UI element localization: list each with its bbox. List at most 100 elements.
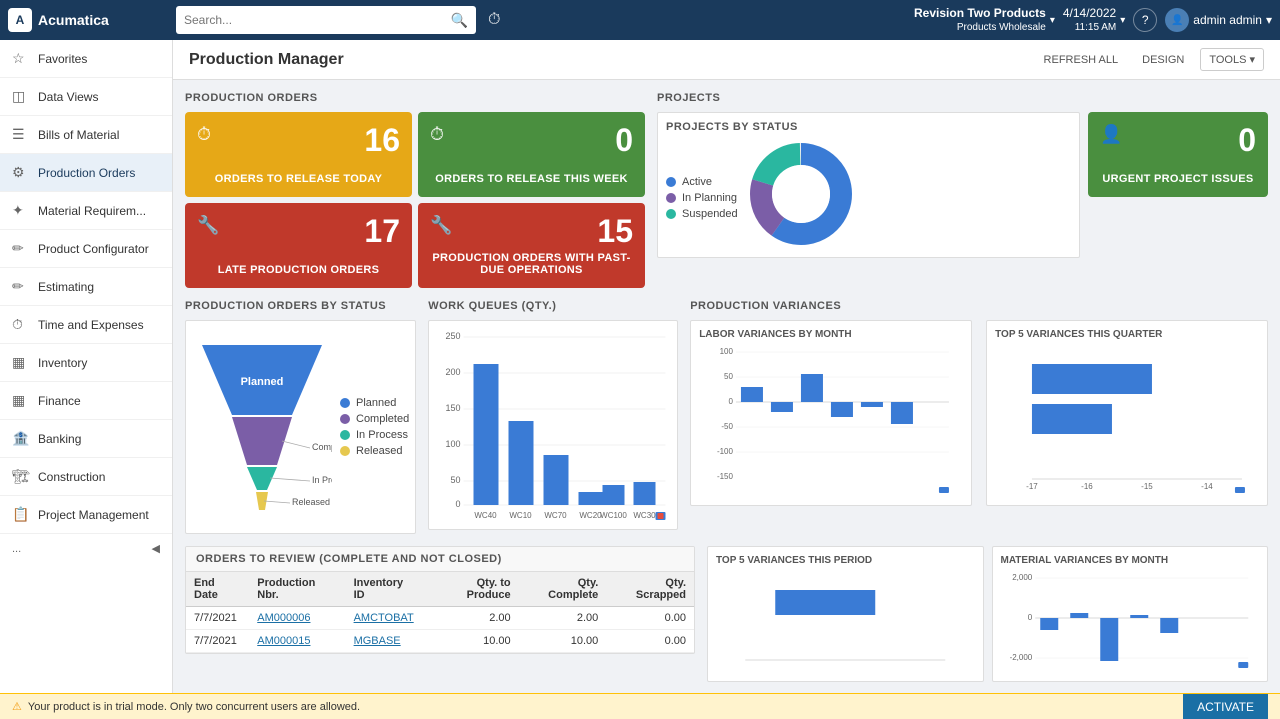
user-avatar: 👤: [1165, 8, 1189, 32]
sidebar-item-label-production: Production Orders: [38, 166, 135, 180]
user-menu[interactable]: 👤 admin admin ▾: [1165, 8, 1272, 32]
orders-review-table-section: ORDERS TO REVIEW (COMPLETE AND NOT CLOSE…: [185, 546, 695, 654]
user-dropdown-icon: ▾: [1266, 13, 1272, 27]
sidebar-item-time-expenses[interactable]: ⏱ Time and Expenses: [0, 306, 172, 344]
kpi-urgent-issues[interactable]: 👤 0 URGENT PROJECT ISSUES: [1088, 112, 1268, 197]
sidebar-item-inventory[interactable]: ▦ Inventory: [0, 344, 172, 382]
prod-nbr-link-2[interactable]: AM000015: [257, 635, 310, 647]
col-qty-scrapped: Qty. Scrapped: [606, 572, 694, 607]
warning-icon: ⚠: [12, 700, 22, 713]
logo-area: A Acumatica: [8, 8, 168, 32]
sidebar-more[interactable]: ... ◀: [0, 534, 172, 563]
kpi-label-today: ORDERS TO RELEASE TODAY: [197, 173, 400, 185]
svg-text:200: 200: [446, 367, 461, 377]
svg-text:50: 50: [724, 372, 733, 381]
sidebar-item-label-time: Time and Expenses: [38, 318, 144, 332]
datetime-dropdown-button[interactable]: ▾: [1120, 15, 1125, 26]
sidebar-item-estimating[interactable]: ✏ Estimating: [0, 268, 172, 306]
sidebar-item-favorites[interactable]: ☆ Favorites: [0, 40, 172, 78]
sidebar-item-finance[interactable]: ▦ Finance: [0, 382, 172, 420]
legend-label-suspended: Suspended: [682, 208, 738, 220]
sidebar-item-material-requirements[interactable]: ✦ Material Requirem...: [0, 192, 172, 230]
kpi-release-today[interactable]: ⏱ 16 ORDERS TO RELEASE TODAY: [185, 112, 412, 197]
sidebar-item-construction[interactable]: 🏗 Construction: [0, 458, 172, 496]
sidebar-item-product-configurator[interactable]: ✏ Product Configurator: [0, 230, 172, 268]
production-orders-title: PRODUCTION ORDERS: [185, 92, 645, 104]
col-inventory-id: Inventory ID: [346, 572, 425, 607]
svg-text:150: 150: [446, 403, 461, 413]
orders-review-section: ORDERS TO REVIEW (COMPLETE AND NOT CLOSE…: [185, 546, 695, 682]
donut-chart: [746, 139, 856, 249]
svg-text:0: 0: [456, 499, 461, 509]
kpi-release-week[interactable]: ⏱ 0 ORDERS TO RELEASE THIS WEEK: [418, 112, 645, 197]
activate-button[interactable]: ACTIVATE: [1183, 694, 1268, 719]
subsidiary-name: Products Wholesale: [914, 21, 1046, 34]
refresh-all-button[interactable]: REFRESH ALL: [1036, 50, 1127, 70]
svg-text:Planned: Planned: [241, 376, 284, 388]
svg-text:-50: -50: [722, 422, 734, 431]
sidebar-item-label-data-views: Data Views: [38, 90, 98, 104]
kpi-label-week: ORDERS TO RELEASE THIS WEEK: [430, 173, 633, 185]
funnel-svg: Planned Completed In Process: [192, 335, 332, 520]
banking-icon: 🏦: [12, 430, 30, 447]
search-icon[interactable]: 🔍: [451, 12, 468, 29]
cell-prod-nbr-2: AM000015: [249, 630, 345, 653]
svg-text:2,000: 2,000: [1012, 573, 1033, 582]
design-button[interactable]: DESIGN: [1134, 50, 1192, 70]
svg-text:WC10: WC10: [510, 511, 533, 520]
content-area: Production Manager REFRESH ALL DESIGN TO…: [173, 40, 1280, 693]
kpi-icon-late: 🔧: [197, 215, 219, 236]
sidebar-item-bills-of-material[interactable]: ☰ Bills of Material: [0, 116, 172, 154]
top5-quarter-title: TOP 5 VARIANCES THIS QUARTER: [995, 329, 1259, 340]
sidebar-item-banking[interactable]: 🏦 Banking: [0, 420, 172, 458]
configurator-icon: ✏: [12, 240, 30, 257]
work-queues-section: WORK QUEUES (QTY.) 250 200 150 100 50 0: [428, 300, 678, 534]
time-icon: ⏱: [12, 316, 30, 333]
col-qty-complete: Qty. Complete: [519, 572, 607, 607]
kpi-past-due[interactable]: 🔧 15 PRODUCTION ORDERS WITH PAST-DUE OPE…: [418, 203, 645, 288]
sidebar-item-production-orders[interactable]: ⚙ Production Orders: [0, 154, 172, 192]
bills-icon: ☰: [12, 126, 30, 143]
history-button[interactable]: ⏱: [484, 7, 504, 33]
svg-text:WC30: WC30: [634, 511, 657, 520]
svg-text:-16: -16: [1081, 482, 1093, 491]
inventory-link-2[interactable]: MGBASE: [354, 635, 401, 647]
legend-planned: Planned: [340, 397, 409, 409]
svg-text:100: 100: [446, 439, 461, 449]
tools-button[interactable]: TOOLS ▾: [1200, 48, 1264, 71]
work-queues-chart: 250 200 150 100 50 0: [428, 320, 678, 530]
project-icon: 📋: [12, 506, 30, 523]
cell-prod-nbr-1: AM000006: [249, 607, 345, 630]
kpi-late-orders[interactable]: 🔧 17 LATE PRODUCTION ORDERS: [185, 203, 412, 288]
svg-text:-14: -14: [1201, 482, 1213, 491]
projects-status-title: PROJECTS BY STATUS: [666, 121, 1071, 133]
top5-period-svg: [716, 570, 975, 670]
sidebar-item-project-management[interactable]: 📋 Project Management: [0, 496, 172, 534]
prod-nbr-link-1[interactable]: AM000006: [257, 612, 310, 624]
legend-dot-planned: [340, 398, 350, 408]
status-bar-message: Your product is in trial mode. Only two …: [28, 701, 360, 713]
company-name: Revision Two Products: [914, 6, 1046, 22]
help-button[interactable]: ?: [1133, 8, 1157, 32]
company-dropdown-button[interactable]: ▾: [1050, 15, 1055, 26]
inventory-link-1[interactable]: AMCTOBAT: [354, 612, 414, 624]
sidebar-item-data-views[interactable]: ◫ Data Views: [0, 78, 172, 116]
orders-review-table: End Date Production Nbr. Inventory ID Qt…: [186, 572, 694, 653]
status-bar: ⚠ Your product is in trial mode. Only tw…: [0, 693, 1280, 719]
search-input[interactable]: [184, 13, 451, 27]
projects-by-status-block: PROJECTS BY STATUS Active In: [657, 112, 1080, 258]
cell-inventory-1: AMCTOBAT: [346, 607, 425, 630]
user-name: admin admin: [1193, 13, 1262, 27]
labor-variances-title: LABOR VARIANCES BY MONTH: [699, 329, 963, 340]
prod-status-section: PRODUCTION ORDERS BY STATUS Planned: [185, 300, 416, 534]
date-display: 4/14/2022: [1063, 6, 1116, 22]
legend-active: Active: [666, 176, 738, 188]
col-qty-produce: Qty. to Produce: [425, 572, 519, 607]
funnel-container: Planned Completed In Process: [192, 327, 409, 527]
sidebar-item-label-inventory: Inventory: [38, 356, 87, 370]
work-queues-title: WORK QUEUES (QTY.): [428, 300, 678, 312]
sidebar-item-label-estimating: Estimating: [38, 280, 94, 294]
bottom-section-row: ORDERS TO REVIEW (COMPLETE AND NOT CLOSE…: [185, 546, 1268, 682]
projects-legend: Active In Planning Suspended: [666, 176, 738, 220]
cell-qty-complete-1: 2.00: [519, 607, 607, 630]
